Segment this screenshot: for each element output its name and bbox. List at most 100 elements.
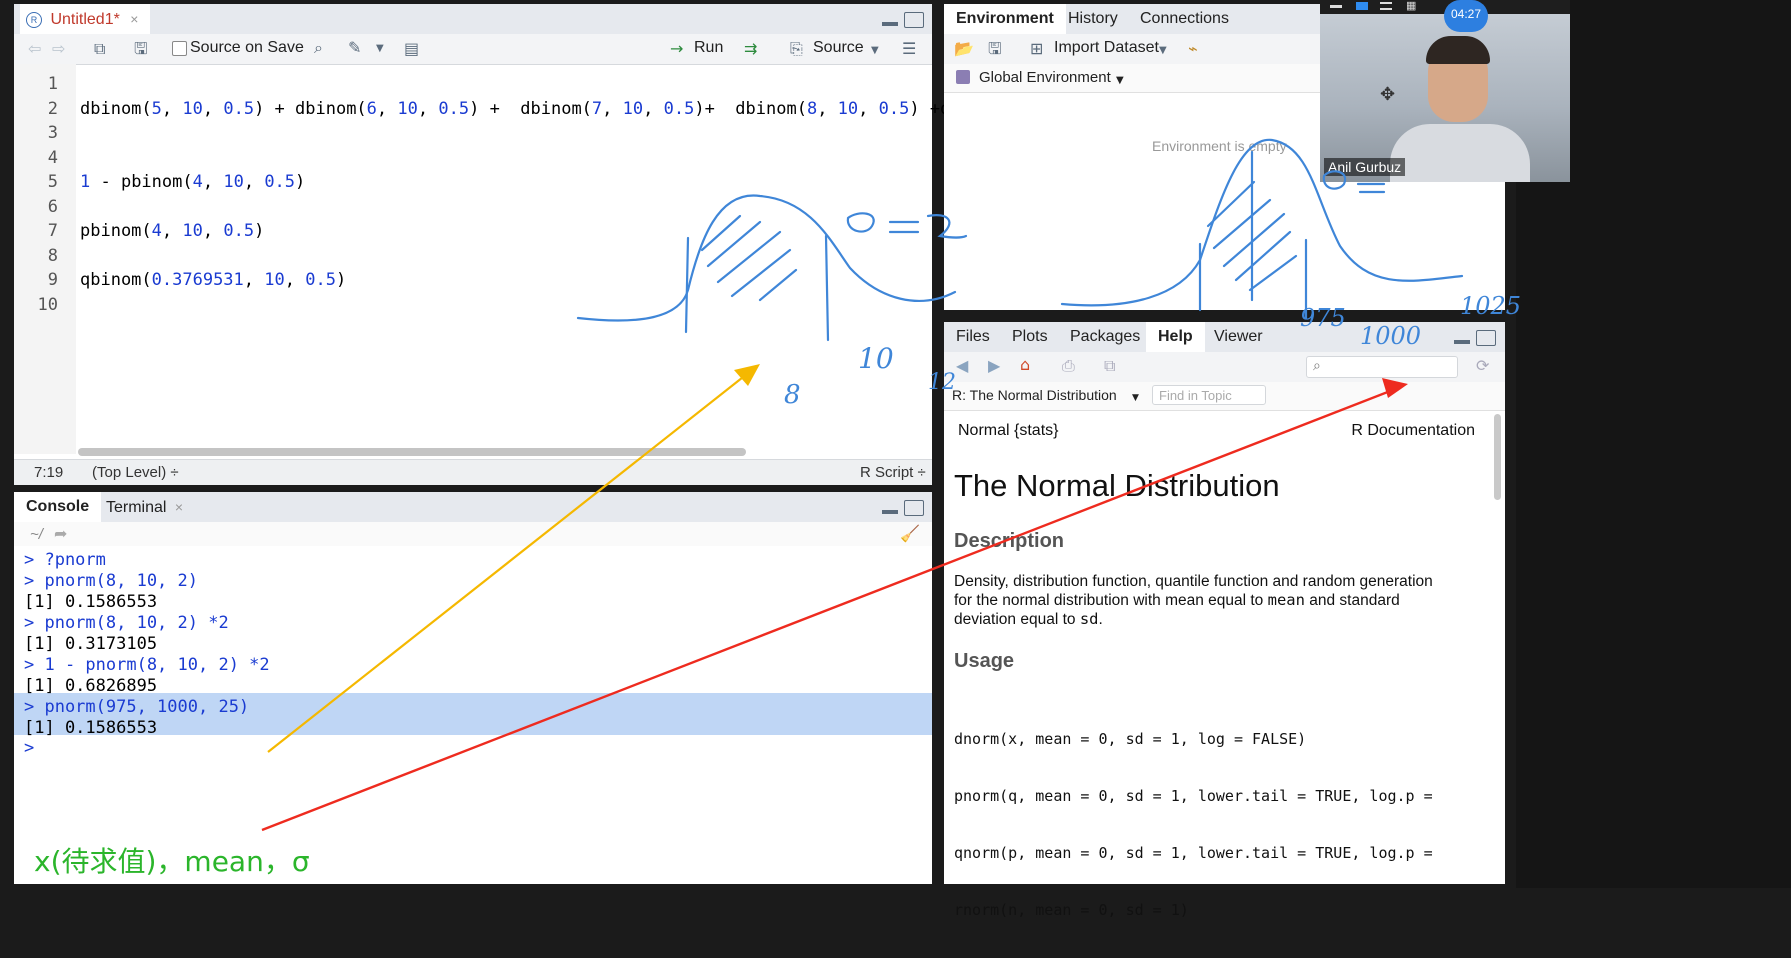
tab-help-label: Help	[1158, 328, 1193, 345]
line-number: 6	[47, 196, 58, 217]
working-directory[interactable]: ~/	[30, 526, 43, 543]
help-pane: Files Plots Packages Help Viewer ◀ ▶ ⌂ ⎙…	[944, 322, 1505, 919]
code-token: 0.5	[878, 98, 910, 119]
console-prompt[interactable]: >	[24, 736, 34, 760]
line-number: 4	[47, 147, 58, 168]
forward-arrow-icon[interactable]: ▶	[988, 356, 1000, 376]
scope-selector[interactable]: (Top Level) ÷	[92, 464, 179, 481]
code-token: ,	[858, 98, 879, 119]
print-icon[interactable]: ⎙	[1062, 356, 1075, 376]
minimize-icon[interactable]	[882, 22, 898, 26]
show-in-window-icon[interactable]: ⧉	[1104, 356, 1115, 376]
goto-directory-icon[interactable]: ➦	[54, 524, 67, 544]
broom-icon[interactable]: ⌁	[1188, 39, 1198, 59]
usage-line: pnorm(q, mean = 0, sd = 1, lower.tail = …	[954, 787, 1433, 805]
close-icon[interactable]: ×	[175, 499, 183, 515]
source-button[interactable]: Source	[813, 39, 864, 57]
handwritten-sigma-right: σ=25	[1396, 172, 1397, 173]
forward-arrow-icon[interactable]: ⇨	[52, 39, 65, 59]
maximize-icon[interactable]	[904, 12, 924, 28]
tab-history[interactable]: History	[1056, 4, 1130, 34]
tab-files[interactable]: Files	[944, 322, 1002, 352]
tab-packages[interactable]: Packages	[1058, 322, 1152, 352]
minimize-icon[interactable]	[1454, 340, 1470, 344]
line-number: 5	[47, 172, 58, 192]
home-icon[interactable]: ⌂	[1020, 355, 1030, 375]
tab-environment[interactable]: Environment	[944, 4, 1066, 34]
line-number: 8	[47, 245, 58, 266]
save-icon[interactable]: 🖫	[988, 39, 1002, 59]
code-token: - pbinom(	[90, 172, 193, 192]
gallery-view-icon[interactable]	[1380, 2, 1392, 10]
help-vscrollbar[interactable]	[1494, 414, 1501, 500]
open-folder-icon[interactable]: 📂	[954, 39, 974, 59]
find-in-topic-input[interactable]: Find in Topic	[1152, 385, 1266, 405]
chevron-down-icon[interactable]: ▼	[376, 39, 384, 59]
tab-plots[interactable]: Plots	[1000, 322, 1060, 352]
run-icon[interactable]: →	[670, 39, 683, 59]
r-file-icon: R	[26, 11, 42, 28]
source-icon[interactable]: ⎘	[790, 39, 803, 59]
clear-console-icon[interactable]: 🧹	[900, 524, 920, 544]
outline-icon[interactable]: ☰	[902, 39, 916, 59]
code-token: 0.5	[663, 98, 695, 119]
help-description-line: for the normal distribution with mean eq…	[954, 591, 1494, 610]
webcam-video[interactable]: ✥ Anil Gurbuz	[1320, 14, 1570, 182]
code-line[interactable]: dbinom(5, 10, 0.5) + dbinom(6, 10, 0.5) …	[80, 99, 1073, 119]
editor-hscrollbar[interactable]	[78, 448, 746, 456]
import-dataset-button[interactable]: Import Dataset	[1054, 39, 1159, 57]
chevron-down-icon[interactable]: ▼	[871, 41, 879, 61]
save-icon[interactable]: 🖫	[134, 39, 148, 59]
chevron-down-icon[interactable]: ▼	[1159, 41, 1167, 61]
code-token: )+ dbinom(	[694, 98, 807, 119]
code-token: 10	[837, 98, 859, 119]
code-line[interactable]: pbinom(4, 10, 0.5)	[80, 221, 264, 241]
close-icon[interactable]: ×	[130, 11, 138, 27]
editor-tab[interactable]: R Untitled1* ×	[20, 4, 151, 34]
source-on-save-checkbox[interactable]	[172, 41, 187, 56]
global-environment-selector[interactable]: Global Environment	[979, 69, 1111, 86]
code-line[interactable]: 1 - pbinom(4, 10, 0.5)	[80, 172, 305, 192]
magic-wand-icon[interactable]: ✎	[348, 38, 361, 58]
chevron-down-icon[interactable]: ▼	[1132, 388, 1139, 408]
tab-help[interactable]: Help	[1146, 322, 1205, 352]
minimize-icon[interactable]	[882, 510, 898, 514]
run-button[interactable]: Run	[694, 39, 723, 57]
tab-console[interactable]: Console	[14, 492, 102, 522]
refresh-icon[interactable]: ⟳	[1476, 356, 1489, 376]
move-icon[interactable]: ✥	[1380, 84, 1395, 105]
search-icon[interactable]: ⌕	[314, 38, 323, 58]
code-token: 0.5	[223, 98, 255, 119]
compile-report-icon[interactable]: ▤	[404, 39, 419, 59]
console-pane: Console Terminal × ~/ ➦ 🧹 > ?pnorm > pnor…	[14, 492, 932, 884]
maximize-icon[interactable]	[1476, 330, 1496, 346]
help-usage-heading: Usage	[954, 650, 1015, 672]
code-token: 10	[182, 98, 203, 119]
tab-terminal-label: Terminal	[106, 499, 167, 516]
minimize-video-icon[interactable]	[1330, 5, 1342, 8]
rerun-icon[interactable]: ⇉	[744, 39, 757, 59]
tab-viewer[interactable]: Viewer	[1202, 322, 1275, 352]
chevron-down-icon[interactable]: ▼	[1116, 71, 1124, 91]
participant-name: Anil Gurbuz	[1324, 158, 1406, 176]
maximize-icon[interactable]	[904, 500, 924, 516]
speaker-view-icon[interactable]	[1356, 2, 1368, 10]
show-in-window-icon[interactable]: ⧉	[94, 39, 105, 59]
tab-connections[interactable]: Connections	[1128, 4, 1241, 34]
grid-view-icon[interactable]: ▦	[1406, 1, 1416, 12]
usage-line: qnorm(p, mean = 0, sd = 1, lower.tail = …	[954, 844, 1433, 862]
person-hair	[1426, 36, 1490, 64]
back-arrow-icon[interactable]: ◀	[956, 356, 968, 376]
line-number: 9	[47, 270, 58, 290]
help-topic-selector[interactable]: R: The Normal Distribution	[952, 387, 1117, 403]
line-number: 7	[47, 221, 58, 241]
cursor-position: 7:19	[34, 464, 64, 481]
back-arrow-icon[interactable]: ⇦	[28, 39, 41, 59]
import-dataset-icon[interactable]: ⊞	[1030, 39, 1043, 59]
help-search-input[interactable]: ⌕	[1306, 356, 1458, 378]
search-icon: ⌕	[1313, 357, 1321, 373]
code-line[interactable]: qbinom(0.3769531, 10, 0.5)	[80, 270, 346, 290]
file-type-selector[interactable]: R Script ÷	[860, 464, 926, 481]
tab-terminal[interactable]: Terminal ×	[94, 492, 195, 522]
code-token: ,	[161, 98, 183, 119]
